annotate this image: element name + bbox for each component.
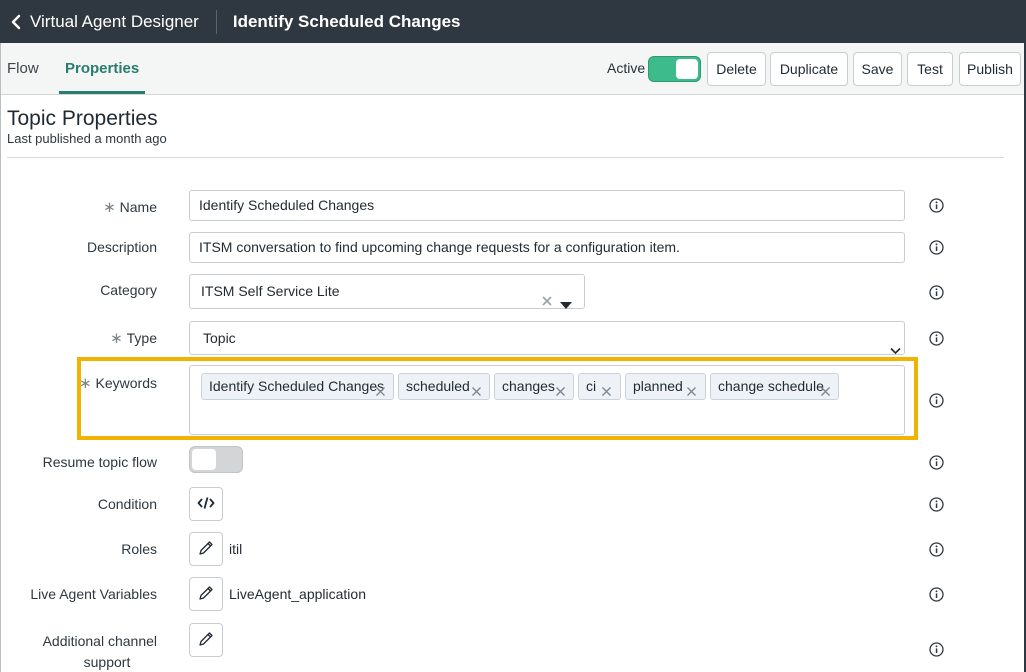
active-toggle[interactable] [648,56,701,82]
topic-title: Identify Scheduled Changes [232,11,461,31]
tab-properties[interactable]: Properties [59,43,146,94]
live-agent-edit-button[interactable] [189,577,223,611]
keywords-label-text: Keywords [95,375,157,391]
info-icon[interactable] [929,455,944,470]
keyword-text: change schedule [718,378,824,394]
keyword-text: changes [502,378,555,394]
pencil-icon [198,631,214,650]
keyword-chip: ci [578,373,621,400]
additional-channel-label-line1: Additional channel [42,633,157,649]
resume-topic-flow-label: Resume topic flow [42,454,157,470]
section-title: Topic Properties [7,107,158,130]
keyword-chip: changes [494,373,574,400]
chevron-down-icon[interactable] [890,334,901,355]
keyword-chip: change schedule [710,373,839,400]
info-icon[interactable] [929,587,944,602]
code-icon [197,496,215,513]
live-agent-variables-label: Live Agent Variables [30,586,157,602]
left-border [0,43,1,672]
close-icon[interactable] [471,380,482,396]
info-icon[interactable] [929,285,944,300]
description-value: ITSM conversation to find upcoming chang… [199,239,680,255]
keyword-text: ci [586,378,597,394]
type-label-text: Type [126,330,157,346]
info-icon[interactable] [929,331,944,346]
resume-topic-flow-toggle[interactable] [189,446,243,473]
name-value: Identify Scheduled Changes [199,197,375,213]
info-icon[interactable] [929,497,944,512]
type-value: Topic [203,330,236,346]
live-agent-value: LiveAgent_application [229,586,366,602]
additional-channel-label-line2: support [83,654,131,670]
type-label: ∗ Type [7,329,157,347]
close-icon[interactable] [686,380,697,396]
condition-label: Condition [97,496,157,512]
last-published-text: Last published a month ago [7,131,167,146]
roles-edit-button[interactable] [189,532,223,566]
required-mark: ∗ [78,375,92,392]
section-divider [7,157,1004,158]
info-icon[interactable] [929,198,944,213]
name-label-text: Name [119,199,157,215]
additional-channel-edit-button[interactable] [189,623,223,657]
type-select[interactable]: Topic [189,321,905,355]
keyword-chip: scheduled [398,373,490,400]
description-label: Description [86,239,157,255]
description-input[interactable]: ITSM conversation to find upcoming chang… [189,232,905,263]
roles-value: itil [229,541,243,557]
tab-flow[interactable]: Flow [7,43,39,94]
active-label: Active [607,60,646,76]
pencil-icon [198,585,214,604]
chevron-left-icon[interactable] [10,14,24,29]
category-label: Category [100,282,157,298]
delete-button[interactable]: Delete [707,52,766,86]
keyword-text: scheduled [406,378,470,394]
keywords-label: ∗ Keywords [7,374,157,392]
keyword-text: Identify Scheduled Changes [209,378,385,394]
pencil-icon [198,540,214,559]
publish-button[interactable]: Publish [959,52,1021,86]
app-title[interactable]: Virtual Agent Designer [30,12,199,32]
test-button[interactable]: Test [907,52,953,86]
keyword-chip: Identify Scheduled Changes [201,373,394,400]
keyword-text: planned [633,378,683,394]
toggle-knob [192,449,216,470]
info-icon[interactable] [929,542,944,557]
close-icon[interactable] [601,380,612,396]
keyword-chip: planned [625,373,706,400]
info-icon[interactable] [929,240,944,255]
additional-channel-label: Additional channel support [7,631,157,672]
title-bar: Virtual Agent Designer Identify Schedule… [0,0,1026,43]
close-icon[interactable] [541,286,553,306]
title-divider [215,9,217,34]
tab-bar: Flow Properties Active Delete Duplicate … [0,43,1026,95]
condition-code-button[interactable] [189,487,223,521]
duplicate-button[interactable]: Duplicate [770,52,848,86]
info-icon[interactable] [929,642,944,657]
category-value: ITSM Self Service Lite [201,283,340,299]
name-input[interactable]: Identify Scheduled Changes [189,190,905,221]
required-mark: ∗ [110,330,123,347]
toggle-knob [676,59,698,79]
info-icon[interactable] [929,393,944,408]
required-mark: ∗ [103,199,116,216]
close-icon[interactable] [375,380,386,396]
roles-label: Roles [121,541,157,557]
caret-down-icon[interactable] [560,289,572,309]
close-icon[interactable] [820,380,831,396]
close-icon[interactable] [555,380,566,396]
name-label: ∗ Name [7,198,157,216]
save-button[interactable]: Save [853,52,902,86]
category-select[interactable]: ITSM Self Service Lite [189,274,585,309]
